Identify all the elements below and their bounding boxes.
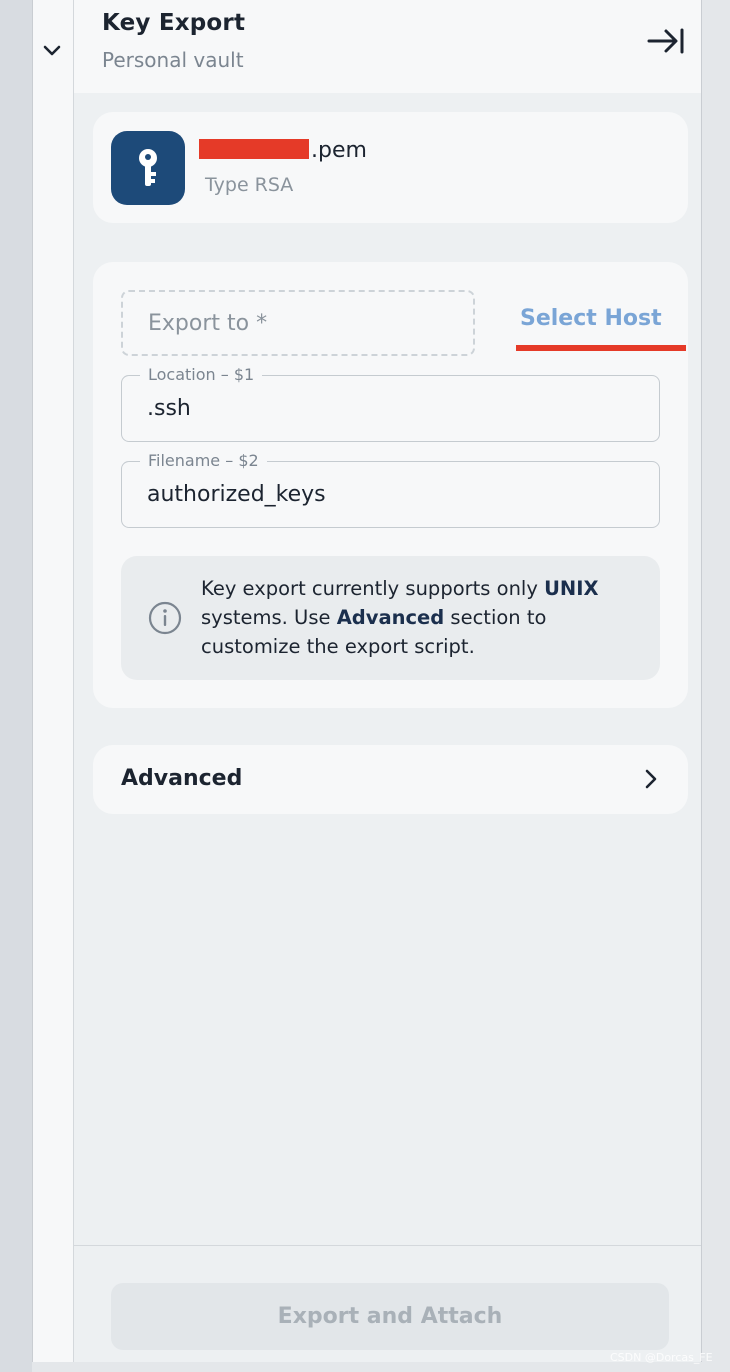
arrow-to-right-icon: [647, 28, 684, 54]
key-type: Type RSA: [205, 174, 294, 196]
info-text: Key export currently supports only UNIX …: [201, 577, 599, 658]
export-form-card: Export to * Select Host Location – $1 .s…: [93, 262, 688, 708]
location-label: Location – $1: [140, 365, 263, 384]
filename-label: Filename – $2: [140, 451, 267, 470]
export-to-field[interactable]: Export to *: [121, 290, 475, 356]
export-and-attach-button[interactable]: Export and Attach: [111, 1283, 669, 1350]
page-title: Key Export: [102, 10, 246, 36]
location-value[interactable]: .ssh: [147, 396, 191, 421]
filename-field[interactable]: Filename – $2 authorized_keys: [121, 451, 660, 528]
key-avatar: [111, 131, 185, 205]
vault-subtitle: Personal vault: [102, 48, 244, 72]
advanced-label: Advanced: [121, 766, 243, 791]
window-left-edge: [0, 0, 32, 1372]
close-panel-button[interactable]: [646, 26, 686, 56]
key-summary-card: .pem Type RSA: [93, 112, 688, 223]
chevron-right-icon: [645, 769, 657, 789]
info-icon: [148, 601, 182, 635]
key-icon: [139, 149, 157, 186]
panel-footer: Export and Attach: [74, 1245, 701, 1362]
location-field[interactable]: Location – $1 .ssh: [121, 365, 660, 442]
watermark: CSDN @Dorcas_FE: [610, 1351, 713, 1364]
filename-value[interactable]: authorized_keys: [147, 482, 326, 507]
key-name-suffix: .pem: [311, 138, 367, 163]
panel-header: Key Export Personal vault: [74, 0, 701, 93]
chevron-down-icon[interactable]: [41, 40, 63, 62]
annotation-underline: [516, 345, 686, 351]
advanced-section[interactable]: Advanced: [93, 745, 688, 814]
info-notice: Key export currently supports only UNIX …: [121, 556, 660, 680]
key-export-panel: Key Export Personal vault .pem Type RSA: [74, 0, 702, 1362]
key-name: .pem: [205, 138, 367, 163]
navigation-gutter: [32, 0, 74, 1362]
select-host-button[interactable]: Select Host: [520, 306, 662, 331]
